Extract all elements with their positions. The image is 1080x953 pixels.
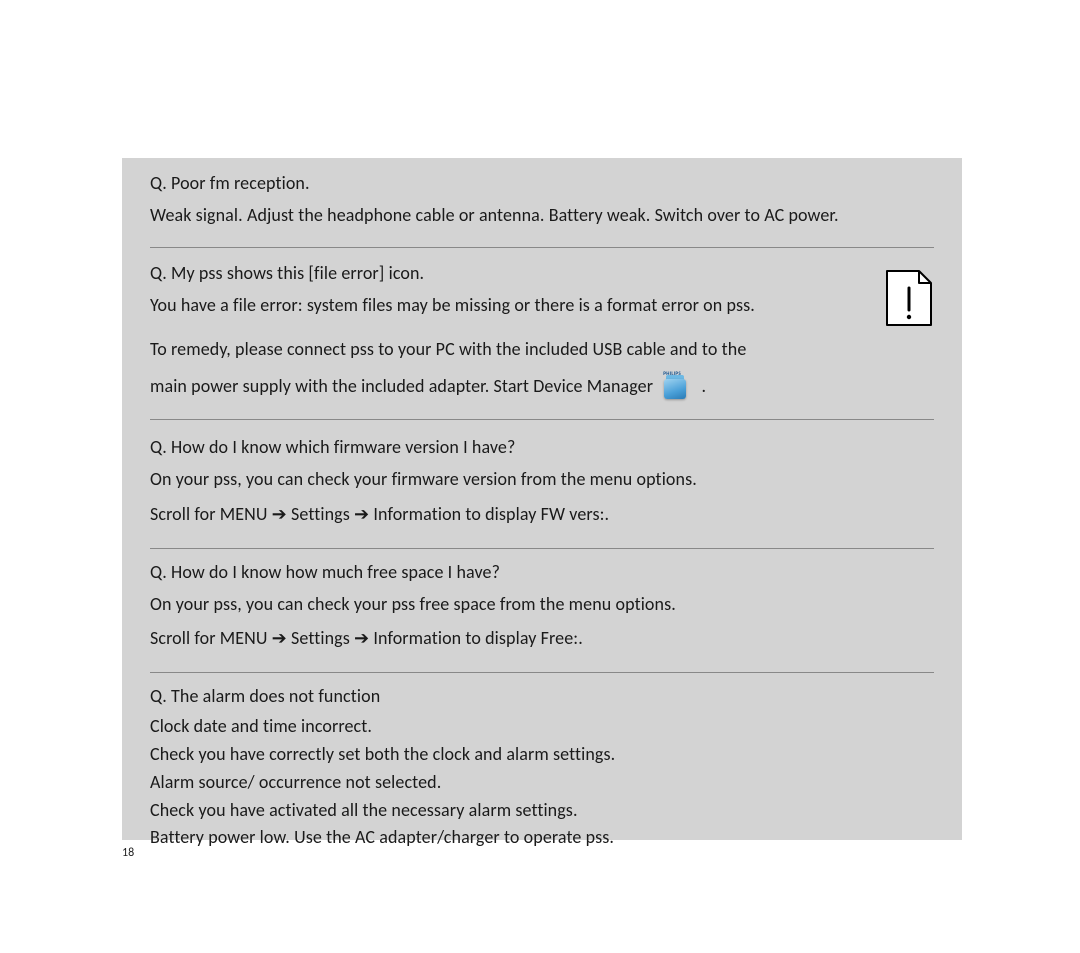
faq-question: Q. How do I know which firmware version …	[150, 436, 934, 458]
menu-path-information: Information	[373, 503, 461, 525]
faq-question: Q. The alarm does not function	[150, 685, 934, 707]
fw-vers-label: FW vers:	[541, 503, 605, 525]
scroll-prefix: Scroll for	[150, 627, 220, 649]
answer-line: Scroll for MENU ➔ Settings ➔ Information…	[150, 499, 934, 530]
faq-answer: You have a file error: system files may …	[150, 290, 934, 402]
answer-line: You have a file error: system files may …	[150, 290, 934, 321]
faq-question: Q. My pss shows this [file error] icon.	[150, 262, 934, 284]
arrow-icon: ➔	[354, 503, 369, 525]
faq-item-file-error: Q. My pss shows this [file error] icon. …	[150, 248, 934, 420]
period: .	[578, 627, 583, 649]
faq-item-firmware-version: Q. How do I know which firmware version …	[150, 420, 934, 547]
faq-answer: On your pss, you can check your pss free…	[150, 589, 934, 654]
answer-line: Check you have correctly set both the cl…	[150, 741, 934, 769]
scroll-prefix: Scroll for	[150, 503, 220, 525]
answer-line: Scroll for MENU ➔ Settings ➔ Information…	[150, 623, 934, 654]
answer-line: main power supply with the included adap…	[150, 371, 934, 402]
faq-question: Q. How do I know how much free space I h…	[150, 561, 934, 583]
menu-path-settings: Settings	[291, 503, 350, 525]
arrow-icon: ➔	[272, 627, 287, 649]
free-label: Free:	[541, 627, 579, 649]
menu-path-settings: Settings	[291, 627, 350, 649]
faq-item-fm-reception: Q. Poor fm reception. Weak signal. Adjus…	[150, 172, 934, 247]
manual-page: Q. Poor fm reception. Weak signal. Adjus…	[0, 0, 1080, 953]
answer-text: .	[701, 375, 706, 397]
device-manager-icon: PHILIPS	[661, 373, 691, 401]
display-prefix: to display	[461, 627, 540, 649]
faq-answer: Weak signal. Adjust the headphone cable …	[150, 200, 934, 231]
menu-path-menu: MENU	[220, 627, 268, 649]
faq-item-free-space: Q. How do I know how much free space I h…	[150, 549, 934, 672]
answer-line: Check you have activated all the necessa…	[150, 797, 934, 825]
faq-question: Q. Poor fm reception.	[150, 172, 934, 194]
faq-answer: On your pss, you can check your firmware…	[150, 464, 934, 529]
answer-line: To remedy, please connect pss to your PC…	[150, 334, 934, 365]
answer-line: On your pss, you can check your pss free…	[150, 589, 934, 620]
faq-item-alarm: Q. The alarm does not function Clock dat…	[150, 673, 934, 858]
answer-line: On your pss, you can check your firmware…	[150, 464, 934, 495]
answer-line: Clock date and time incorrect.	[150, 713, 934, 741]
answer-text: main power supply with the included adap…	[150, 375, 657, 397]
page-number: 18	[122, 846, 134, 860]
file-error-icon	[886, 270, 932, 326]
faq-answer: Clock date and time incorrect. Check you…	[150, 713, 934, 852]
menu-path-information: Information	[373, 627, 461, 649]
arrow-icon: ➔	[354, 627, 369, 649]
menu-path-menu: MENU	[220, 503, 268, 525]
answer-line: Alarm source/ occurrence not selected.	[150, 769, 934, 797]
display-prefix: to display	[461, 503, 540, 525]
answer-line: Battery power low. Use the AC adapter/ch…	[150, 824, 934, 852]
faq-content-box: Q. Poor fm reception. Weak signal. Adjus…	[122, 158, 962, 840]
arrow-icon: ➔	[272, 503, 287, 525]
period: .	[605, 503, 610, 525]
